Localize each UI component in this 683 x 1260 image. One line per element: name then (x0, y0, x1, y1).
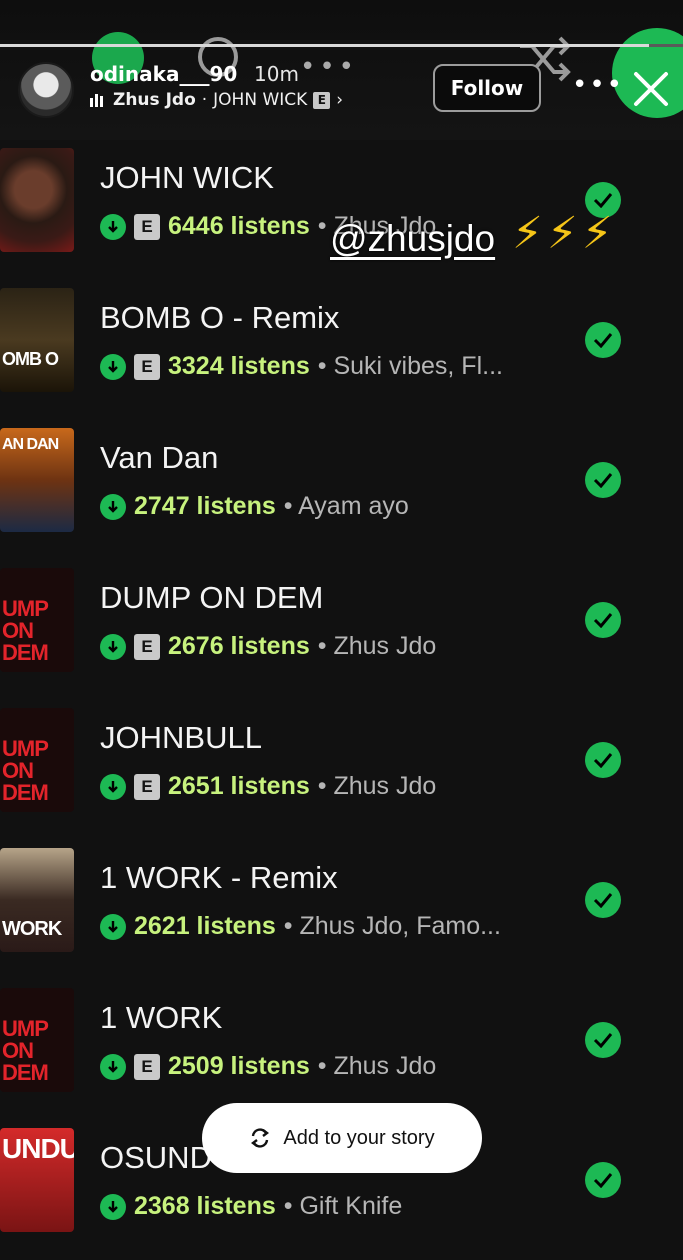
track-row[interactable]: AN DAN Van Dan 2747 listens • Ayam ayo (0, 420, 683, 560)
story-progress-bar (0, 44, 683, 47)
follow-button[interactable]: Follow (433, 64, 541, 112)
track-cover-art: UMP ON DEM (0, 708, 74, 812)
explicit-icon: E (134, 633, 160, 660)
track-listens: 2676 listens (168, 632, 310, 660)
lightning-emoji-sticker: ⚡⚡⚡ (512, 208, 617, 259)
add-to-story-label: Add to your story (283, 1126, 435, 1149)
cover-art-text: UMP ON DEM (2, 736, 49, 805)
story-time: 10m (254, 62, 299, 86)
track-cover-art (0, 148, 74, 252)
track-artists: • Zhus Jdo (317, 1052, 437, 1080)
track-meta: E 2509 listens • Zhus Jdo (100, 1052, 436, 1081)
cover-art-text: AN DAN (2, 436, 59, 453)
track-title: 1 WORK - Remix (100, 860, 338, 895)
saved-check-icon[interactable] (585, 322, 621, 358)
track-cover-art: WORK (0, 848, 74, 952)
add-to-story-button[interactable]: Add to your story (202, 1103, 482, 1173)
cover-art-text: UNDU (2, 1133, 74, 1164)
track-cover-art: OMB O (0, 288, 74, 392)
track-artists: • Ayam ayo (283, 492, 409, 520)
downloaded-icon (100, 913, 126, 940)
chevron-right-icon: › (336, 90, 344, 110)
more-options-button[interactable]: ••• (572, 70, 624, 100)
cover-art-text: UMP ON DEM (2, 596, 49, 665)
track-title: BOMB O - Remix (100, 300, 340, 335)
track-title: DUMP ON DEM (100, 580, 324, 615)
track-listens: 2747 listens (134, 492, 276, 520)
story-progress-fill (0, 44, 649, 47)
track-cover-art: UNDU (0, 1128, 74, 1232)
track-row[interactable]: UMP ON DEM 1 WORK E 2509 listens • Zhus Jdo (0, 980, 683, 1120)
track-title: Van Dan (100, 440, 219, 475)
track-listens: 2651 listens (168, 772, 310, 800)
saved-check-icon[interactable] (585, 1022, 621, 1058)
cover-art-text: OMB O (2, 349, 59, 369)
track-row[interactable]: OMB O BOMB O - Remix E 3324 listens • Suki v… (0, 280, 683, 420)
track-title: JOHN WICK (100, 160, 274, 195)
explicit-icon: E (134, 213, 160, 240)
downloaded-icon (100, 1193, 126, 1220)
track-listens: 2368 listens (134, 1192, 276, 1220)
track-meta: E 2676 listens • Zhus Jdo (100, 632, 436, 661)
track-artists: • Gift Knife (283, 1192, 403, 1220)
explicit-icon: E (313, 91, 331, 109)
downloaded-icon (100, 633, 126, 660)
story-song: JOHN WICK (213, 90, 308, 110)
track-cover-art: UMP ON DEM (0, 988, 74, 1092)
close-icon[interactable] (628, 66, 674, 112)
track-listens: 2509 listens (168, 1052, 310, 1080)
track-meta: 2368 listens • Gift Knife (100, 1192, 402, 1221)
saved-check-icon[interactable] (585, 742, 621, 778)
repost-icon (251, 1128, 270, 1148)
saved-check-icon[interactable] (585, 602, 621, 638)
saved-check-icon[interactable] (585, 1162, 621, 1198)
story-username[interactable]: odinaka___90 (90, 62, 237, 86)
downloaded-icon (100, 773, 126, 800)
cover-art-text: WORK (2, 918, 62, 940)
cover-art-text: UMP ON DEM (2, 1016, 49, 1085)
track-meta: E 3324 listens • Suki vibes, Fl... (100, 352, 503, 381)
explicit-icon: E (134, 773, 160, 800)
avatar[interactable] (18, 62, 74, 118)
track-meta: 2747 listens • Ayam ayo (100, 492, 409, 521)
downloaded-icon (100, 213, 126, 240)
track-listens: 2621 listens (134, 912, 276, 940)
mention-sticker[interactable]: @zhusjdo (330, 218, 495, 260)
track-cover-art: UMP ON DEM (0, 568, 74, 672)
story-separator: · (201, 90, 208, 110)
downloaded-icon (100, 1053, 126, 1080)
downloaded-icon (100, 493, 126, 520)
story-artist: Zhus Jdo (113, 90, 196, 110)
track-listens: 3324 listens (168, 352, 310, 380)
track-cover-art: AN DAN (0, 428, 74, 532)
downloaded-icon (100, 353, 126, 380)
track-listens: 6446 listens (168, 212, 310, 240)
audio-bars-icon (90, 93, 103, 107)
track-artists: • Zhus Jdo (317, 632, 437, 660)
track-artists: • Zhus Jdo, Famo... (283, 912, 501, 940)
story-song-link[interactable]: Zhus Jdo · JOHN WICK E › (90, 90, 343, 110)
track-artists: • Zhus Jdo (317, 772, 437, 800)
track-row[interactable]: WORK 1 WORK - Remix 2621 listens • Zhus Jdo… (0, 840, 683, 980)
track-row[interactable]: UMP ON DEM JOHNBULL E 2651 listens • Zhus Jd… (0, 700, 683, 840)
saved-check-icon[interactable] (585, 462, 621, 498)
playlist-more-icon[interactable]: ••• (300, 52, 358, 82)
track-row[interactable]: UMP ON DEM DUMP ON DEM E 2676 listens • Zhus… (0, 560, 683, 700)
track-artists: • Suki vibes, Fl... (317, 352, 503, 380)
track-title: JOHNBULL (100, 720, 262, 755)
explicit-icon: E (134, 353, 160, 380)
track-title: 1 WORK (100, 1000, 223, 1035)
track-meta: 2621 listens • Zhus Jdo, Famo... (100, 912, 501, 941)
track-meta: E 2651 listens • Zhus Jdo (100, 772, 436, 801)
saved-check-icon[interactable] (585, 882, 621, 918)
explicit-icon: E (134, 1053, 160, 1080)
